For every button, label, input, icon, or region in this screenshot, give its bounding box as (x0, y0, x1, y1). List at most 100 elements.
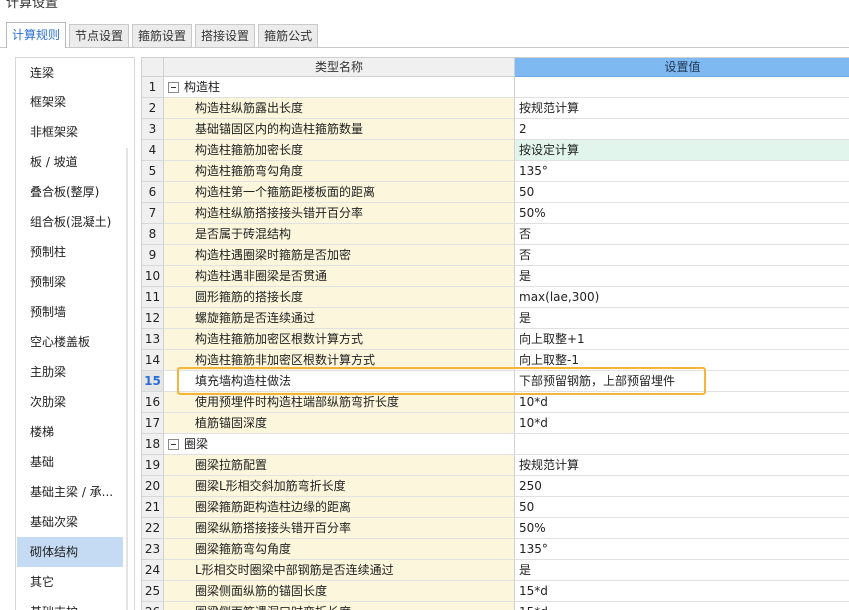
table-row[interactable]: 20 圈梁L形相交斜加筋弯折长度 250 (142, 476, 849, 497)
sidebar-item[interactable]: 其它 (17, 567, 123, 597)
group-row[interactable]: 18 圈梁 (142, 434, 849, 455)
table-row[interactable]: 11 圆形箍筋的搭接长度 max(lae,300) (142, 287, 849, 308)
row-setting-value[interactable]: 15*d (515, 581, 849, 602)
table-row[interactable]: 9 构造柱遇圈梁时箍筋是否加密否 (142, 245, 849, 266)
table-row[interactable]: 24 L形相交时圈梁中部钢筋是否连续通过是 (142, 560, 849, 581)
table-row[interactable]: 6 构造柱第一个箍筋距楼板面的距离 50 (142, 182, 849, 203)
tab-stirrup-formula[interactable]: 箍筋公式 (258, 24, 319, 48)
table-row[interactable]: 12 螺旋箍筋是否连续通过是 (142, 308, 849, 329)
sidebar-item[interactable]: 空心楼盖板 (17, 327, 123, 357)
table-row[interactable]: 5 构造柱箍筋弯勾角度 135° (142, 161, 849, 182)
row-type-name: 圈梁箍筋弯勾角度 (164, 539, 515, 560)
row-setting-value[interactable]: 135° (515, 539, 849, 560)
row-setting-value[interactable] (515, 434, 849, 455)
row-setting-value[interactable]: 10*d (515, 413, 849, 434)
table-row[interactable]: 14 构造柱箍筋非加密区根数计算方式 向上取整-1 (142, 350, 849, 371)
row-number: 18 (142, 434, 164, 455)
sidebar-item[interactable]: 基础主梁 / 承... (17, 477, 123, 507)
row-setting-value[interactable]: 是 (515, 308, 849, 329)
row-setting-value[interactable]: 2 (515, 119, 849, 140)
sidebar-item[interactable]: 预制梁 (17, 267, 123, 297)
row-setting-value[interactable]: 按规范计算 (515, 98, 849, 119)
row-setting-value[interactable]: 向上取整+1 (515, 329, 849, 350)
settings-grid: 类型名称 设置值 1 构造柱 2 构造柱纵筋露出长度 按规范计算 3 基础锚固区内的构造柱箍… (141, 57, 849, 610)
table-row[interactable]: 22 圈梁纵筋搭接接头错开百分率 50% (142, 518, 849, 539)
table-row[interactable]: 2 构造柱纵筋露出长度 按规范计算 (142, 98, 849, 119)
row-setting-value[interactable]: 135° (515, 161, 849, 182)
table-row[interactable]: 26圈梁侧面筋遇洞口时弯折长度15*d (142, 602, 849, 610)
collapse-icon[interactable] (168, 438, 179, 450)
table-row[interactable]: 19 圈梁拉筋配置 按规范计算 (142, 455, 849, 476)
sidebar-item[interactable]: 基础次梁 (17, 507, 123, 537)
table-row[interactable]: 15 填充墙构造柱做法 下部预留钢筋，上部预留埋件 (142, 371, 849, 392)
table-row[interactable]: 7 构造柱纵筋搭接接头错开百分率 50% (142, 203, 849, 224)
row-setting-value[interactable]: 15*d (515, 602, 849, 610)
table-row[interactable]: 10 构造柱遇非圈梁是否贯通是 (142, 266, 849, 287)
sidebar-item[interactable]: 组合板(混凝土) (17, 207, 123, 237)
sidebar-item[interactable]: 基础 (17, 447, 123, 477)
table-row[interactable]: 17 植筋锚固深度 10*d (142, 413, 849, 434)
row-number: 10 (142, 266, 164, 287)
table-row[interactable]: 25 圈梁侧面纵筋的锚固长度 15*d (142, 581, 849, 602)
sidebar-scrollbar[interactable] (126, 148, 128, 610)
row-number: 25 (142, 581, 164, 602)
row-setting-value[interactable]: 是 (515, 560, 849, 581)
sidebar-item[interactable]: 预制柱 (17, 237, 123, 267)
table-row[interactable]: 21 圈梁箍筋距构造柱边缘的距离 50 (142, 497, 849, 518)
row-setting-value[interactable]: 250 (515, 476, 849, 497)
table-row[interactable]: 3 基础锚固区内的构造柱箍筋数量 2 (142, 119, 849, 140)
row-setting-value[interactable]: max(lae,300) (515, 287, 849, 308)
sidebar-item[interactable]: 砌体结构 (17, 537, 123, 567)
row-setting-value[interactable]: 按规范计算 (515, 455, 849, 476)
row-setting-value[interactable]: 向上取整-1 (515, 350, 849, 371)
row-setting-value[interactable]: 是 (515, 266, 849, 287)
row-type-name: 圈梁箍筋距构造柱边缘的距离 (164, 497, 515, 518)
row-number: 23 (142, 539, 164, 560)
row-setting-value[interactable]: 50 (515, 497, 849, 518)
row-setting-value[interactable]: 按设定计算 (515, 140, 849, 161)
sidebar-item[interactable]: 预制墙 (17, 297, 123, 327)
tab-bar: 计算规则 节点设置 箍筋设置 搭接设置 箍筋公式 (6, 22, 321, 48)
table-row[interactable]: 8 是否属于砖混结构否 (142, 224, 849, 245)
tab-lap-settings[interactable]: 搭接设置 (195, 24, 256, 48)
row-setting-value[interactable] (515, 77, 849, 98)
row-setting-value[interactable]: 50% (515, 518, 849, 539)
row-number: 22 (142, 518, 164, 539)
row-setting-value[interactable]: 否 (515, 245, 849, 266)
tab-stirrup-settings[interactable]: 箍筋设置 (132, 24, 193, 48)
table-row[interactable]: 23 圈梁箍筋弯勾角度 135° (142, 539, 849, 560)
row-number: 5 (142, 161, 164, 182)
row-type-name: 基础锚固区内的构造柱箍筋数量 (164, 119, 515, 140)
sidebar-item[interactable]: 框架梁 (17, 87, 123, 117)
header-setting-value[interactable]: 设置值 (515, 58, 849, 77)
row-number: 24 (142, 560, 164, 581)
sidebar-item[interactable]: 非框架梁 (17, 117, 123, 147)
table-row[interactable]: 16 使用预埋件时构造柱端部纵筋弯折长度 10*d (142, 392, 849, 413)
row-type-name: 构造柱箍筋弯勾角度 (164, 161, 515, 182)
sidebar-item[interactable]: 基础支护 (17, 597, 123, 610)
header-type-name[interactable]: 类型名称 (164, 58, 515, 77)
tab-node-settings[interactable]: 节点设置 (69, 24, 130, 48)
row-setting-value[interactable]: 50% (515, 203, 849, 224)
table-row[interactable]: 4 构造柱箍筋加密长度 按设定计算 (142, 140, 849, 161)
row-setting-value[interactable]: 50 (515, 182, 849, 203)
sidebar-item[interactable]: 板 / 坡道 (17, 147, 123, 177)
row-type-name: 构造柱第一个箍筋距楼板面的距离 (164, 182, 515, 203)
row-number: 16 (142, 392, 164, 413)
collapse-icon[interactable] (168, 81, 179, 93)
sidebar-item[interactable]: 主肋梁 (17, 357, 123, 387)
sidebar-item[interactable]: 叠合板(整厚) (17, 177, 123, 207)
row-number: 11 (142, 287, 164, 308)
sidebar-item[interactable]: 楼梯 (17, 417, 123, 447)
row-setting-value[interactable]: 否 (515, 224, 849, 245)
row-number: 12 (142, 308, 164, 329)
group-row[interactable]: 1 构造柱 (142, 77, 849, 98)
row-type-name: 构造柱纵筋搭接接头错开百分率 (164, 203, 515, 224)
row-setting-value[interactable]: 下部预留钢筋，上部预留埋件 (515, 371, 849, 392)
row-type-name: 使用预埋件时构造柱端部纵筋弯折长度 (164, 392, 515, 413)
sidebar-item[interactable]: 次肋梁 (17, 387, 123, 417)
table-row[interactable]: 13 构造柱箍筋加密区根数计算方式 向上取整+1 (142, 329, 849, 350)
row-setting-value[interactable]: 10*d (515, 392, 849, 413)
sidebar-item[interactable]: 连梁 (17, 58, 123, 87)
tab-calc-rules[interactable]: 计算规则 (6, 22, 67, 48)
